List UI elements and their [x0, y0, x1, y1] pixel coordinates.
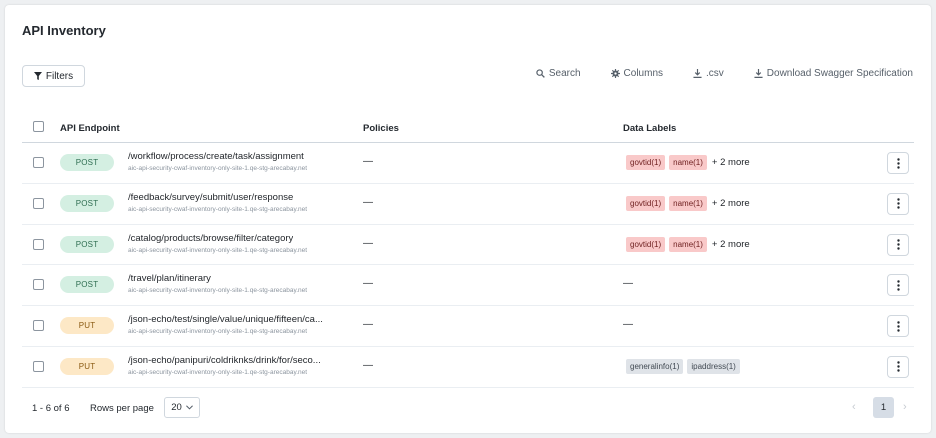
policies-value: —	[363, 359, 373, 371]
filters-label: Filters	[45, 70, 74, 82]
endpoint-path[interactable]: /travel/plan/itinerary	[128, 273, 211, 284]
table-row[interactable]: PUT/json-echo/test/single/value/unique/f…	[22, 306, 914, 347]
data-labels-empty: —	[623, 319, 633, 331]
method-badge: POST	[60, 194, 114, 212]
download-icon	[754, 69, 763, 78]
row-actions-button[interactable]	[887, 315, 909, 338]
page-1-button[interactable]: 1	[873, 397, 894, 418]
row-checkbox[interactable]	[33, 320, 44, 332]
columns-label: Columns	[623, 68, 664, 79]
header-api-endpoint[interactable]: API Endpoint	[60, 123, 120, 134]
policies-value: —	[363, 237, 373, 249]
method-badge: PUT	[60, 357, 114, 375]
more-vertical-icon	[896, 239, 900, 250]
table-row[interactable]: POST/workflow/process/create/task/assign…	[22, 143, 914, 184]
chevron-down-icon	[185, 405, 193, 410]
more-vertical-icon	[896, 280, 900, 291]
rows-per-page-label: Rows per page	[90, 403, 154, 414]
data-labels: govtid(1) name(1) + 2 more	[626, 236, 750, 252]
select-all-checkbox[interactable]	[33, 121, 44, 132]
endpoint-host: aic-api-security-cwaf-inventory-only-sit…	[128, 205, 308, 213]
endpoint-path[interactable]: /feedback/survey/submit/user/response	[128, 192, 293, 203]
policies-value: —	[363, 196, 373, 208]
endpoint-host: aic-api-security-cwaf-inventory-only-sit…	[128, 287, 308, 295]
rows-per-page-value: 20	[171, 402, 182, 413]
table-footer: 1 - 6 of 6 Rows per page 20 ‹ 1 ›	[22, 397, 914, 419]
table-row[interactable]: POST/feedback/survey/submit/user/respons…	[22, 184, 914, 225]
gear-icon	[610, 69, 620, 78]
row-actions-button[interactable]	[887, 152, 909, 174]
endpoint-host: aic-api-security-cwaf-inventory-only-sit…	[128, 246, 308, 254]
row-checkbox[interactable]	[33, 360, 44, 372]
more-labels-link[interactable]: + 2 more	[712, 198, 750, 209]
header-data-labels[interactable]: Data Labels	[623, 123, 676, 134]
table-row[interactable]: POST/catalog/products/browse/filter/cate…	[22, 225, 914, 266]
method-badge: POST	[60, 154, 114, 171]
data-labels-empty: —	[623, 278, 633, 290]
swagger-label: Download Swagger Specification	[766, 68, 913, 79]
previous-page-button[interactable]: ‹	[852, 401, 856, 413]
table-row[interactable]: POST/travel/plan/itinerary aic-api-securi…	[22, 265, 914, 307]
data-label-chip[interactable]: name(1)	[669, 195, 707, 211]
data-label-chip[interactable]: name(1)	[669, 155, 707, 170]
csv-download-button[interactable]: .csv	[693, 68, 724, 79]
data-label-chip[interactable]: govtid(1)	[626, 195, 666, 211]
data-label-chip[interactable]: generalinfo(1)	[626, 358, 684, 374]
more-vertical-icon	[896, 198, 900, 209]
endpoint-path[interactable]: /json-echo/panipuri/coldriknks/drink/for…	[128, 355, 321, 366]
api-endpoints-table: API Endpoint Policies Data Labels POST/w…	[22, 113, 914, 388]
table-toolbar: Search Columns .csv Download Swagger Spe…	[506, 68, 913, 79]
data-label-chip[interactable]: ipaddress(1)	[687, 358, 740, 374]
policies-value: —	[363, 319, 373, 331]
more-vertical-icon	[896, 320, 900, 332]
download-icon	[693, 69, 702, 78]
method-badge: POST	[60, 235, 114, 253]
row-actions-button[interactable]	[887, 274, 909, 297]
csv-label: .csv	[706, 68, 724, 79]
row-actions-button[interactable]	[887, 233, 909, 256]
endpoint-host: aic-api-security-cwaf-inventory-only-sit…	[128, 328, 308, 336]
endpoint-host: aic-api-security-cwaf-inventory-only-sit…	[128, 368, 308, 376]
filter-icon	[33, 72, 42, 80]
search-icon	[536, 69, 545, 78]
more-vertical-icon	[896, 361, 900, 373]
policies-value: —	[363, 278, 373, 290]
table-row[interactable]: PUT/json-echo/panipuri/coldriknks/drink/…	[22, 347, 914, 388]
row-checkbox[interactable]	[33, 238, 44, 250]
rows-per-page-select[interactable]: 20	[164, 397, 200, 418]
api-inventory-card: API Inventory Filters Search Columns .cs…	[5, 5, 931, 433]
method-badge: PUT	[60, 317, 114, 335]
policies-value: —	[363, 156, 373, 167]
data-label-chip[interactable]: govtid(1)	[626, 236, 666, 252]
data-labels: govtid(1) name(1) + 2 more	[626, 155, 750, 170]
row-actions-button[interactable]	[887, 355, 909, 378]
search-label: Search	[548, 68, 581, 79]
filters-button[interactable]: Filters	[22, 65, 85, 87]
more-vertical-icon	[896, 157, 900, 169]
endpoint-path[interactable]: /json-echo/test/single/value/unique/fift…	[128, 314, 323, 325]
pagination-range: 1 - 6 of 6	[32, 403, 70, 414]
search-button[interactable]: Search	[536, 68, 581, 79]
more-labels-link[interactable]: + 2 more	[712, 239, 750, 250]
endpoint-path[interactable]: /workflow/process/create/task/assignment	[128, 151, 304, 162]
data-label-chip[interactable]: govtid(1)	[626, 155, 666, 170]
data-labels: generalinfo(1) ipaddress(1)	[626, 358, 740, 374]
more-labels-link[interactable]: + 2 more	[712, 157, 750, 168]
columns-button[interactable]: Columns	[610, 68, 664, 79]
page-title: API Inventory	[22, 23, 106, 38]
row-checkbox[interactable]	[33, 197, 44, 209]
data-label-chip[interactable]: name(1)	[669, 236, 707, 252]
row-actions-button[interactable]	[887, 192, 909, 215]
data-labels: govtid(1) name(1) + 2 more	[626, 195, 750, 211]
next-page-button[interactable]: ›	[903, 401, 907, 413]
header-policies[interactable]: Policies	[363, 123, 399, 134]
endpoint-host: aic-api-security-cwaf-inventory-only-sit…	[128, 165, 308, 172]
row-checkbox[interactable]	[33, 279, 44, 291]
endpoint-path[interactable]: /catalog/products/browse/filter/category	[128, 233, 293, 244]
method-badge: POST	[60, 276, 114, 294]
swagger-download-button[interactable]: Download Swagger Specification	[754, 68, 913, 79]
table-header: API Endpoint Policies Data Labels	[22, 113, 914, 143]
row-checkbox[interactable]	[33, 157, 44, 168]
